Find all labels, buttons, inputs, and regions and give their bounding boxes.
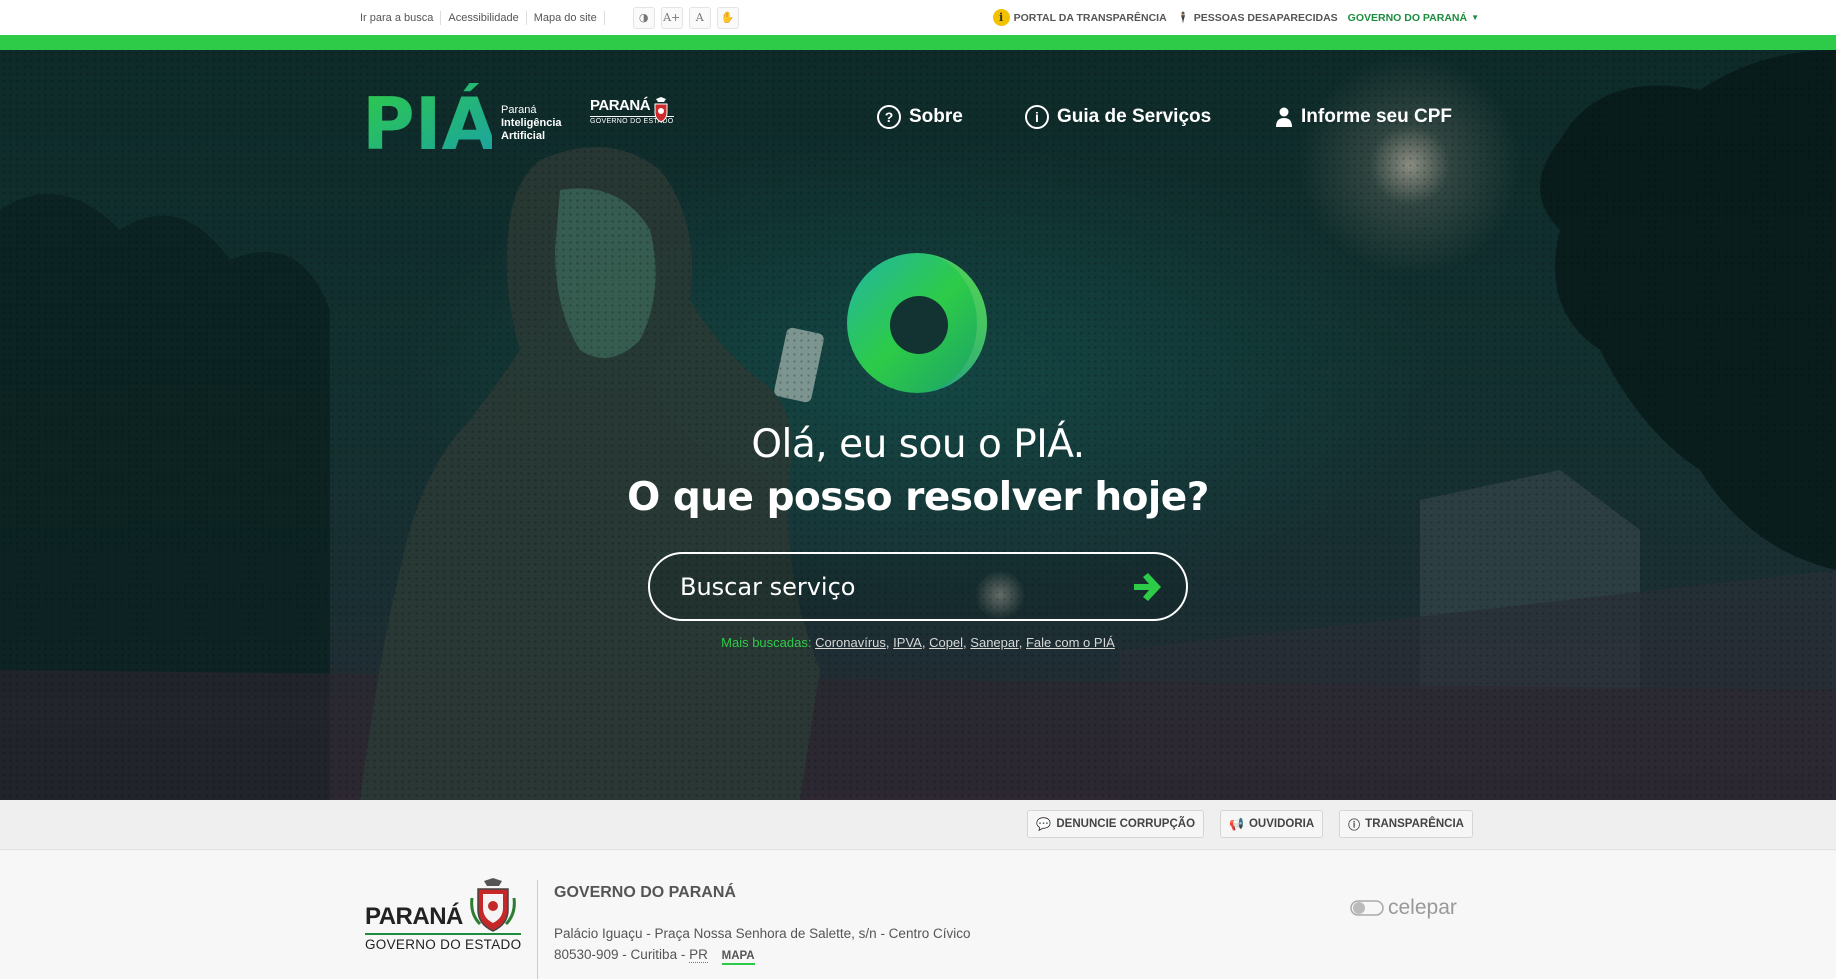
transparency-button[interactable]: ⓘ TRANSPARÊNCIA (1339, 810, 1473, 838)
popular-label: Mais buscadas: (721, 635, 812, 650)
footer-address: Palácio Iguaçu - Praça Nossa Senhora de … (554, 926, 971, 941)
accessibility-link[interactable]: Acessibilidade (441, 10, 527, 25)
megaphone-icon: 📢 (1229, 817, 1244, 831)
map-link[interactable]: MAPA (721, 950, 755, 965)
footer (0, 851, 1836, 979)
person-icon: 🕴 (1176, 12, 1190, 24)
pia-assistant-orb (847, 253, 987, 393)
parana-crest-icon (654, 97, 668, 123)
footer-address-city: 80530-909 - Curitiba - PR MAPA (554, 947, 755, 965)
contrast-icon[interactable]: ◑ (632, 6, 655, 29)
question-heading: O que posso resolver hoje? (627, 475, 1209, 520)
accessibility-buttons: ◑ A+ A ✋ (632, 6, 739, 29)
quick-links-bar: 💬 DENUNCIE CORRUPÇÃO 📢 OUVIDORIA ⓘ TRANS… (0, 800, 1836, 850)
sitemap-link[interactable]: Mapa do site (527, 10, 605, 25)
transparency-portal-link[interactable]: i PORTAL DA TRANSPARÊNCIA (992, 9, 1167, 26)
info-icon: i (992, 9, 1010, 26)
top-right-links: i PORTAL DA TRANSPARÊNCIA 🕴 PESSOAS DESA… (992, 0, 1479, 35)
info-icon: i (1025, 105, 1049, 129)
caret-down-icon: ▼ (1471, 13, 1479, 22)
svg-text:PIÁ: PIÁ (362, 83, 492, 153)
quick-links: 💬 DENUNCIE CORRUPÇÃO 📢 OUVIDORIA ⓘ TRANS… (1027, 810, 1473, 838)
popular-searches: Mais buscadas: Coronavírus, IPVA, Copel,… (721, 635, 1115, 650)
font-reset-icon[interactable]: A (688, 6, 711, 29)
green-stripe (0, 35, 1836, 50)
footer-divider (537, 880, 538, 979)
state-abbreviation: PR (689, 947, 708, 963)
footer-title: GOVERNO DO PARANÁ (554, 884, 736, 901)
greeting-heading: Olá, eu sou o PIÁ. (751, 422, 1085, 467)
parana-coat-of-arms-icon (470, 878, 516, 932)
popular-link-copel[interactable]: Copel (929, 635, 963, 650)
celepar-mark-icon (1350, 900, 1384, 916)
celepar-logo[interactable]: celepar (1350, 896, 1457, 920)
popular-link-coronavirus[interactable]: Coronavírus (815, 635, 886, 650)
chat-icon: 💬 (1036, 817, 1052, 831)
pia-logo[interactable]: PIÁ (362, 83, 492, 153)
skip-to-search-link[interactable]: Ir para a busca (360, 10, 442, 25)
font-increase-icon[interactable]: A+ (660, 6, 683, 29)
nav-guia-de-servicos[interactable]: i Guia de Serviços (1025, 104, 1211, 130)
skip-links: Ir para a busca Acessibilidade Mapa do s… (360, 0, 739, 35)
info-icon: ⓘ (1348, 817, 1361, 832)
question-icon: ? (877, 105, 901, 129)
pia-logo-subtitle: Paraná Inteligência Artificial (501, 104, 562, 142)
arrow-right-icon[interactable] (1130, 570, 1164, 604)
gov-parana-dropdown[interactable]: GOVERNO DO PARANÁ ▼ (1348, 12, 1479, 24)
search-input[interactable] (680, 572, 1100, 601)
popular-link-sanepar[interactable]: Sanepar (970, 635, 1018, 650)
popular-link-ipva[interactable]: IPVA (893, 635, 922, 650)
popular-link-fale-com-pia[interactable]: Fale com o PIÁ (1026, 635, 1115, 650)
nav-informe-cpf[interactable]: Informe seu CPF (1275, 104, 1452, 130)
nav-sobre[interactable]: ? Sobre (877, 104, 963, 130)
missing-persons-link[interactable]: 🕴 PESSOAS DESAPARECIDAS (1176, 11, 1338, 25)
report-corruption-button[interactable]: 💬 DENUNCIE CORRUPÇÃO (1027, 810, 1205, 838)
sign-language-icon[interactable]: ✋ (716, 6, 739, 29)
service-search-box (648, 552, 1188, 621)
accessibility-bar: Ir para a busca Acessibilidade Mapa do s… (0, 0, 1836, 35)
ombudsman-button[interactable]: 📢 OUVIDORIA (1220, 810, 1324, 838)
user-icon (1276, 107, 1292, 127)
